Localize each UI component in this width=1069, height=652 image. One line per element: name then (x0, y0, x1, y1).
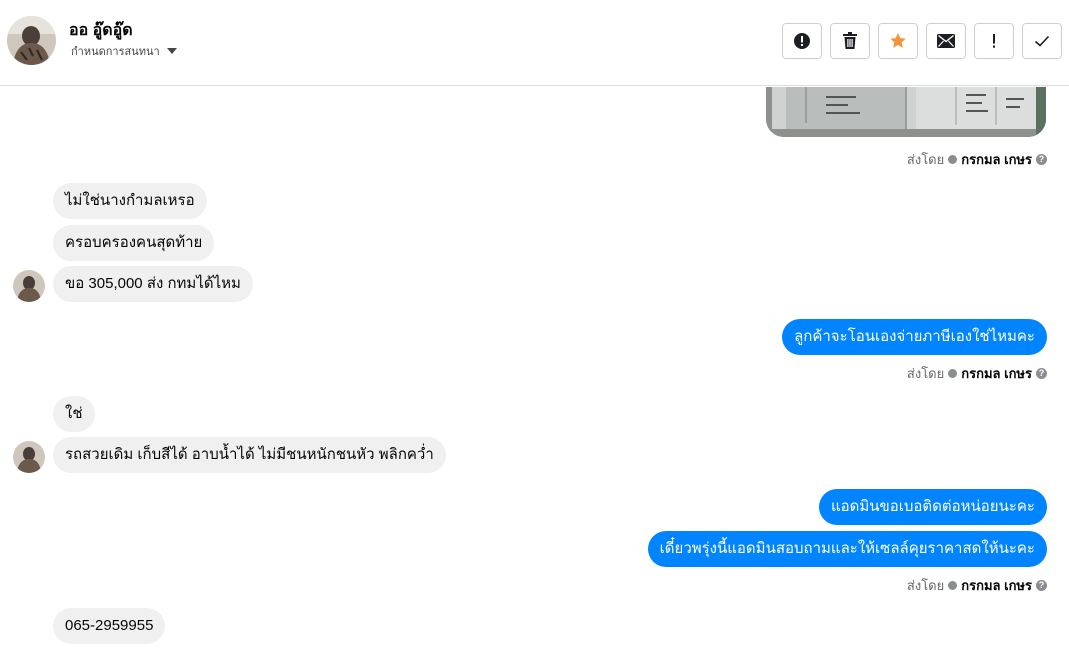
message-thread[interactable]: ส่งโดย กรกมล เกษร ? ไม่ใช่นางกำมลเหรอ คร… (0, 87, 1069, 652)
verified-icon (948, 155, 958, 164)
sent-by-prefix: ส่งโดย (906, 366, 945, 381)
conversation-header: ออ อู๊ดอู๊ด กำหนดการสนทนา (0, 0, 1069, 86)
mark-done-button[interactable] (1022, 23, 1062, 59)
star-icon (890, 33, 906, 48)
sent-by-prefix: ส่งโดย (906, 152, 945, 167)
sent-by-label: ส่งโดย กรกมล เกษร ? (907, 363, 1047, 384)
checkmark-icon (1034, 35, 1050, 47)
trash-icon (843, 32, 857, 49)
conversation-settings-label: กำหนดการสนทนา (71, 46, 160, 58)
exclamation-circle-icon (794, 33, 810, 49)
sent-by-label: ส่งโดย กรกมล เกษร ? (907, 575, 1047, 596)
incoming-message[interactable]: 065-2959955 (53, 608, 166, 644)
incoming-message[interactable]: รถสวยเดิม เก็บสีได้ อาบน้ำได้ ไม่มีชนหนั… (53, 437, 446, 473)
help-icon[interactable]: ? (1036, 580, 1047, 591)
verified-icon (948, 369, 958, 378)
help-icon[interactable]: ? (1036, 368, 1047, 379)
conversation-settings-dropdown[interactable]: กำหนดการสนทนา (71, 42, 177, 60)
sent-by-prefix: ส่งโดย (906, 578, 945, 593)
contact-avatar[interactable] (7, 16, 56, 65)
report-spam-button[interactable] (782, 23, 822, 59)
outgoing-message[interactable]: เดี๋ยวพรุ่งนี้แอดมินสอบถามและให้เซลล์คุย… (647, 531, 1047, 567)
incoming-message[interactable]: ครอบครองคนสุดท้าย (53, 225, 215, 261)
follow-up-button[interactable] (974, 23, 1014, 59)
sent-by-label: ส่งโดย กรกมล เกษร ? (907, 149, 1047, 170)
contact-avatar-small[interactable] (13, 441, 45, 473)
conversation-actions (782, 23, 1062, 59)
exclamation-icon (993, 34, 995, 48)
sent-image-attachment[interactable] (766, 87, 1046, 137)
sent-by-name[interactable]: กรกมล เกษร (961, 363, 1032, 384)
star-button[interactable] (878, 23, 918, 59)
sent-by-name[interactable]: กรกมล เกษร (961, 149, 1032, 170)
outgoing-message[interactable]: ลูกค้าจะโอนเองจ่ายภาษีเองใช่ไหมคะ (782, 319, 1047, 355)
sent-by-name[interactable]: กรกมล เกษร (961, 575, 1032, 596)
delete-button[interactable] (830, 23, 870, 59)
incoming-message[interactable]: ใช่ (53, 396, 95, 432)
contact-name[interactable]: ออ อู๊ดอู๊ด (69, 18, 133, 43)
help-icon[interactable]: ? (1036, 154, 1047, 165)
envelope-icon (937, 34, 955, 48)
chevron-down-icon (166, 48, 177, 54)
mark-unread-button[interactable] (926, 23, 966, 59)
incoming-message[interactable]: ขอ 305,000 ส่ง กทมได้ไหม (53, 266, 253, 302)
contact-avatar-small[interactable] (13, 270, 45, 302)
incoming-message[interactable]: ไม่ใช่นางกำมลเหรอ (53, 183, 207, 219)
outgoing-message[interactable]: แอดมินขอเบอติดต่อหน่อยนะคะ (818, 489, 1047, 525)
verified-icon (948, 581, 958, 590)
